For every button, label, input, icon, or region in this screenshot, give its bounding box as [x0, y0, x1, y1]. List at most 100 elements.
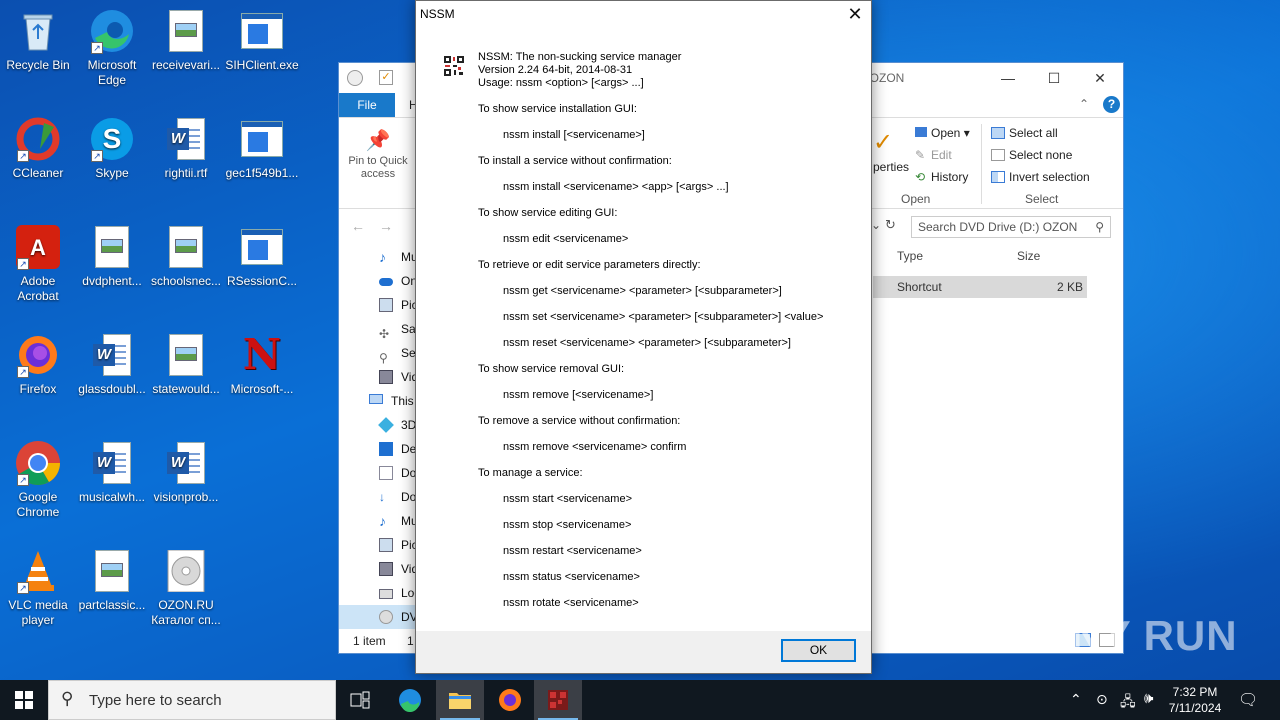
vlc-icon: ↗ — [15, 548, 61, 594]
forward-arrow-icon[interactable]: → — [379, 218, 393, 234]
dialog-line: To remove a service without confirmation… — [478, 415, 681, 427]
dialog-footer: OK — [416, 631, 871, 673]
desktop-icon-rsessionc[interactable]: RSessionC... — [224, 224, 300, 289]
collapse-ribbon-icon[interactable]: ⌃ — [1079, 97, 1089, 111]
nav-item[interactable]: Pic — [339, 293, 417, 317]
nav-item[interactable]: On — [339, 269, 417, 293]
maximize-button[interactable]: ☐ — [1031, 63, 1077, 93]
nav-item[interactable]: ⚲Sea — [339, 341, 417, 365]
desktop-icon-visionprob[interactable]: W visionprob... — [148, 440, 224, 505]
desktop-icon-ccleaner[interactable]: ↗ CCleaner — [0, 116, 76, 181]
network-icon[interactable]: 🖧 — [1120, 691, 1136, 720]
desktop-icon-skype[interactable]: S ↗ Skype — [74, 116, 150, 181]
pin-to-quick-access-button[interactable]: 📌 Pin to Quick access — [339, 118, 417, 208]
pin-icon: 📌 — [365, 130, 391, 152]
volume-icon[interactable]: 🕪 — [1144, 690, 1153, 720]
ribbon-divider — [981, 124, 982, 204]
close-button[interactable]: ✕ — [1077, 63, 1123, 93]
videos-icon — [379, 370, 393, 384]
desktop-icon-firefox[interactable]: ↗ Firefox — [0, 332, 76, 397]
nav-item[interactable]: ♪ Mu — [339, 509, 417, 533]
desktop-icon-vlc[interactable]: ↗ VLC media player — [0, 548, 76, 628]
ribbon-group-select: Select — [1025, 192, 1059, 206]
nav-item-this-pc[interactable]: This — [339, 389, 417, 413]
nav-item[interactable]: ↓ Do — [339, 485, 417, 509]
taskbar-clock[interactable]: 7:32 PM 7/11/2024 — [1160, 684, 1230, 716]
nav-item[interactable]: ✣Sav — [339, 317, 417, 341]
history-button[interactable]: ⟲ History — [915, 170, 968, 184]
edge-icon — [399, 689, 421, 712]
security-icon[interactable]: ⊙ — [1096, 691, 1108, 720]
back-arrow-icon[interactable]: ← — [351, 218, 365, 234]
refresh-icon[interactable]: ↻ — [885, 217, 896, 233]
dialog-line: To show service installation GUI: — [478, 103, 637, 115]
ok-button[interactable]: OK — [781, 639, 856, 662]
nav-item[interactable]: Vid — [339, 365, 417, 389]
search-input[interactable]: Search DVD Drive (D:) OZON ⚲ — [911, 216, 1111, 238]
task-view-button[interactable] — [336, 680, 384, 720]
computer-icon — [369, 394, 383, 404]
dialog-line: nssm status <servicename> — [503, 571, 640, 583]
nav-item[interactable]: Vid — [339, 557, 417, 581]
invert-selection-button[interactable]: Invert selection — [991, 170, 1090, 184]
desktop-icon-receivevari[interactable]: receivevari... — [148, 8, 224, 73]
taskbar-firefox[interactable] — [486, 680, 534, 720]
disc-icon — [163, 548, 209, 594]
tab-file[interactable]: File — [339, 93, 395, 117]
application-icon — [239, 116, 285, 162]
select-all-button[interactable]: Select all — [991, 126, 1058, 140]
start-button[interactable] — [0, 680, 48, 720]
nav-item[interactable]: 3D — [339, 413, 417, 437]
desktop-icon-gec1f549b1[interactable]: gec1f549b1... — [224, 116, 300, 181]
desktop-icon-rightii[interactable]: W rightii.rtf — [148, 116, 224, 181]
taskbar-file-explorer[interactable] — [436, 680, 484, 720]
nav-item[interactable]: Pic — [339, 533, 417, 557]
select-none-button[interactable]: Select none — [991, 148, 1072, 162]
search-icon: ⚲ — [61, 689, 74, 708]
onedrive-icon — [379, 278, 393, 286]
nav-item[interactable]: ♪ Mu — [339, 245, 417, 269]
folder-icon — [449, 693, 471, 709]
desktop-icon-schoolsnec[interactable]: schoolsnec... — [148, 224, 224, 289]
desktop-icon-adobe-acrobat[interactable]: A ↗ Adobe Acrobat — [0, 224, 76, 304]
edit-button[interactable]: ✎ Edit — [915, 148, 952, 162]
notifications-icon[interactable]: 🗨 — [1238, 690, 1258, 720]
nssm-dialog[interactable]: NSSM ✕ NSSM: The non-sucking service man… — [415, 0, 872, 674]
open-button[interactable]: Open ▾ — [915, 126, 970, 140]
navigation-pane: ♪Mu On Pic ✣Sav ⚲Sea Vid This 3D De Do ↓… — [339, 245, 417, 629]
select-all-icon — [991, 127, 1005, 139]
nav-item-dvd-drive[interactable]: DV — [339, 605, 417, 629]
desktop-icon-dvdphent[interactable]: dvdphent... — [74, 224, 150, 289]
desktop-icon-glassdoubl[interactable]: W glassdoubl... — [74, 332, 150, 397]
taskbar-nssm[interactable] — [534, 680, 582, 720]
dialog-line: nssm stop <servicename> — [503, 519, 632, 531]
desktop-icon-edge[interactable]: ↗ Microsoft Edge — [74, 8, 150, 88]
help-icon[interactable]: ? — [1103, 96, 1120, 113]
nav-item[interactable]: De — [339, 437, 417, 461]
dialog-line: nssm rotate <servicename> — [503, 597, 639, 609]
minimize-button[interactable]: — — [985, 63, 1031, 93]
nav-item[interactable]: Do — [339, 461, 417, 485]
properties-check-icon[interactable]: ✓ — [379, 70, 393, 85]
image-file-icon — [163, 332, 209, 378]
show-hidden-icons-chevron-icon[interactable]: ⌃ — [1070, 691, 1082, 720]
properties-button[interactable]: perties — [873, 160, 909, 174]
taskbar-edge[interactable] — [386, 680, 434, 720]
desktop-icon-statewould[interactable]: statewould... — [148, 332, 224, 397]
desktop-icon-partclassic[interactable]: partclassic... — [74, 548, 150, 613]
pictures-icon — [379, 538, 393, 552]
desktop-icon-google-chrome[interactable]: ↗ Google Chrome — [0, 440, 76, 520]
file-row[interactable]: Shortcut 2 KB — [873, 276, 1087, 298]
nav-item[interactable]: Loc — [339, 581, 417, 605]
desktop-icon-sihclient[interactable]: SIHClient.exe — [224, 8, 300, 73]
taskbar-search-input[interactable]: ⚲ Type here to search — [48, 680, 336, 720]
column-header-size[interactable]: Size — [1017, 249, 1040, 263]
desktop-icon-musicalwh[interactable]: W musicalwh... — [74, 440, 150, 505]
desktop-icon-recycle-bin[interactable]: Recycle Bin — [0, 8, 76, 73]
desktop-icon-microsoft-netflix[interactable]: N Microsoft-... — [224, 332, 300, 397]
column-header-type[interactable]: Type — [897, 249, 923, 263]
dialog-close-button[interactable]: ✕ — [839, 1, 871, 27]
desktop-icon-ozon-catalog[interactable]: OZON.RU Каталог сп... — [148, 548, 224, 628]
dropdown-chevron-icon[interactable]: ⌄ — [871, 218, 881, 232]
local-disk-icon — [379, 589, 393, 599]
